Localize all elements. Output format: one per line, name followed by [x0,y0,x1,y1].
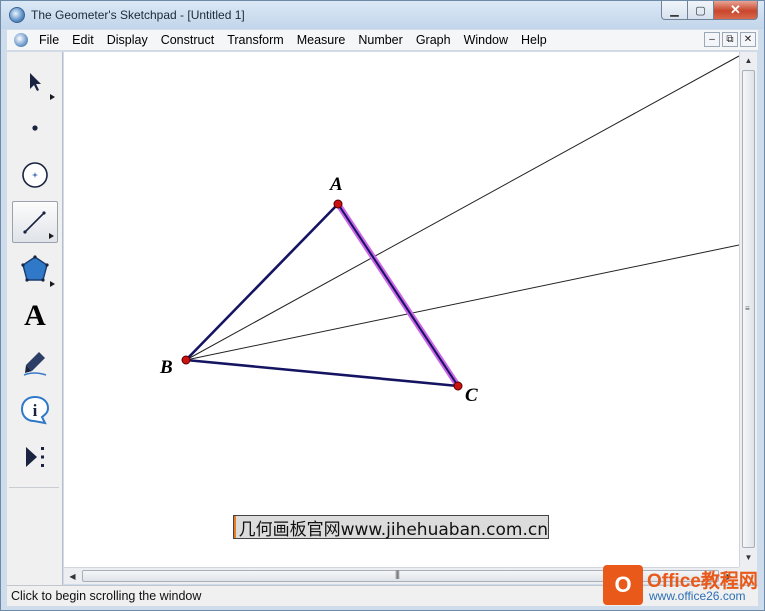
polygon-tool-icon [21,255,49,282]
scroll-left-icon: ◀ [69,571,76,581]
doc-close-icon: ✕ [743,34,753,45]
banner-stripe [234,516,236,538]
menu-display[interactable]: Display [101,30,155,51]
horizontal-thumb-grip-icon: ||| [395,569,400,579]
point-a-label[interactable]: A [330,174,343,196]
ray-lower[interactable] [185,244,739,361]
vertical-thumb-grip-icon: ≡ [745,304,750,313]
point-c-label[interactable]: C [465,385,478,407]
window-title: The Geometer's Sketchpad - [Untitled 1] [31,8,245,22]
doc-close-button[interactable]: ✕ [740,32,756,47]
polygon-tool[interactable] [12,248,58,290]
menu-measure[interactable]: Measure [291,30,353,51]
segment-ab[interactable] [185,203,339,361]
text-tool-icon: A [24,299,46,332]
doc-restore-icon: ⧉ [726,34,734,45]
point-tool-icon [32,125,38,131]
menu-bar: File Edit Display Construct Transform Me… [7,30,758,51]
menu-help[interactable]: Help [515,30,554,51]
compass-tool-icon [22,162,48,188]
vertical-scroll-thumb[interactable]: ≡ [742,70,755,548]
information-tool-icon: i [20,395,50,425]
polygon-tool-menu-triangle[interactable] [50,281,55,287]
sketch-canvas[interactable]: A B C [64,52,739,567]
doc-restore-button[interactable]: ⧉ [722,32,738,47]
scroll-left-button[interactable]: ◀ [64,568,81,584]
point-a[interactable] [333,199,343,209]
scroll-down-icon: ▼ [744,553,753,562]
watermark-banner: 几何画板官网www.jihehuaban.com.cn [233,515,549,540]
minimize-icon: ▁ [670,4,679,17]
marker-tool-icon [23,352,47,376]
application-window: The Geometer's Sketchpad - [Untitled 1] … [0,0,765,611]
custom-tool[interactable] [12,436,58,478]
arrow-tool-icon [30,73,41,91]
maximize-button[interactable]: ▢ [688,1,714,20]
document-window-buttons: – ⧉ ✕ [704,32,756,47]
menu-transform[interactable]: Transform [221,30,291,51]
point-tool[interactable] [12,107,58,149]
arrow-tool[interactable] [12,61,58,103]
straightedge-tool-menu-triangle[interactable] [49,233,54,239]
site-url: www.office26.com [649,589,746,603]
scroll-up-icon: ▲ [744,56,753,65]
straightedge-tool-icon [23,211,46,234]
segment-bc[interactable] [185,358,459,388]
ray-upper[interactable] [185,55,739,361]
toolbox: A i [7,52,63,585]
point-b[interactable] [181,355,191,365]
close-button[interactable]: ✕ [714,1,758,20]
menu-graph[interactable]: Graph [410,30,458,51]
office-logo-icon: O [603,565,643,605]
menu-construct[interactable]: Construct [155,30,222,51]
straightedge-tool[interactable] [12,201,58,243]
status-text: Click to begin scrolling the window [11,589,202,603]
point-b-label[interactable]: B [160,357,173,379]
toolbox-divider [9,487,59,488]
point-c[interactable] [453,381,463,391]
sketchpad-app-icon[interactable] [9,7,25,23]
menu-file[interactable]: File [33,30,66,51]
maximize-icon: ▢ [695,4,706,17]
text-tool[interactable]: A [12,295,58,337]
document-icon[interactable] [14,33,28,47]
title-bar[interactable]: The Geometer's Sketchpad - [Untitled 1] … [1,1,764,29]
custom-tool-icon [26,447,44,467]
menu-window[interactable]: Window [458,30,515,51]
marker-tool[interactable] [12,342,58,384]
arrow-tool-menu-triangle[interactable] [50,94,55,100]
scroll-up-button[interactable]: ▲ [740,52,757,69]
caption-buttons: ▁ ▢ ✕ [661,1,758,21]
close-icon: ✕ [730,2,741,17]
site-logo-watermark: O Office教程网 www.office26.com [599,563,759,609]
vertical-scrollbar[interactable]: ▲ ≡ ▼ [739,52,757,567]
information-tool[interactable]: i [12,389,58,431]
compass-tool[interactable] [12,154,58,196]
segment-ac[interactable] [337,203,459,387]
banner-text: 几何画板官网www.jihehuaban.com.cn [238,519,548,540]
svg-text:i: i [33,401,38,420]
menu-number[interactable]: Number [352,30,409,51]
minimize-button[interactable]: ▁ [661,1,688,20]
doc-minimize-icon: – [709,34,715,45]
doc-minimize-button[interactable]: – [704,32,720,47]
sketch-drawing [181,55,739,391]
menu-edit[interactable]: Edit [66,30,101,51]
